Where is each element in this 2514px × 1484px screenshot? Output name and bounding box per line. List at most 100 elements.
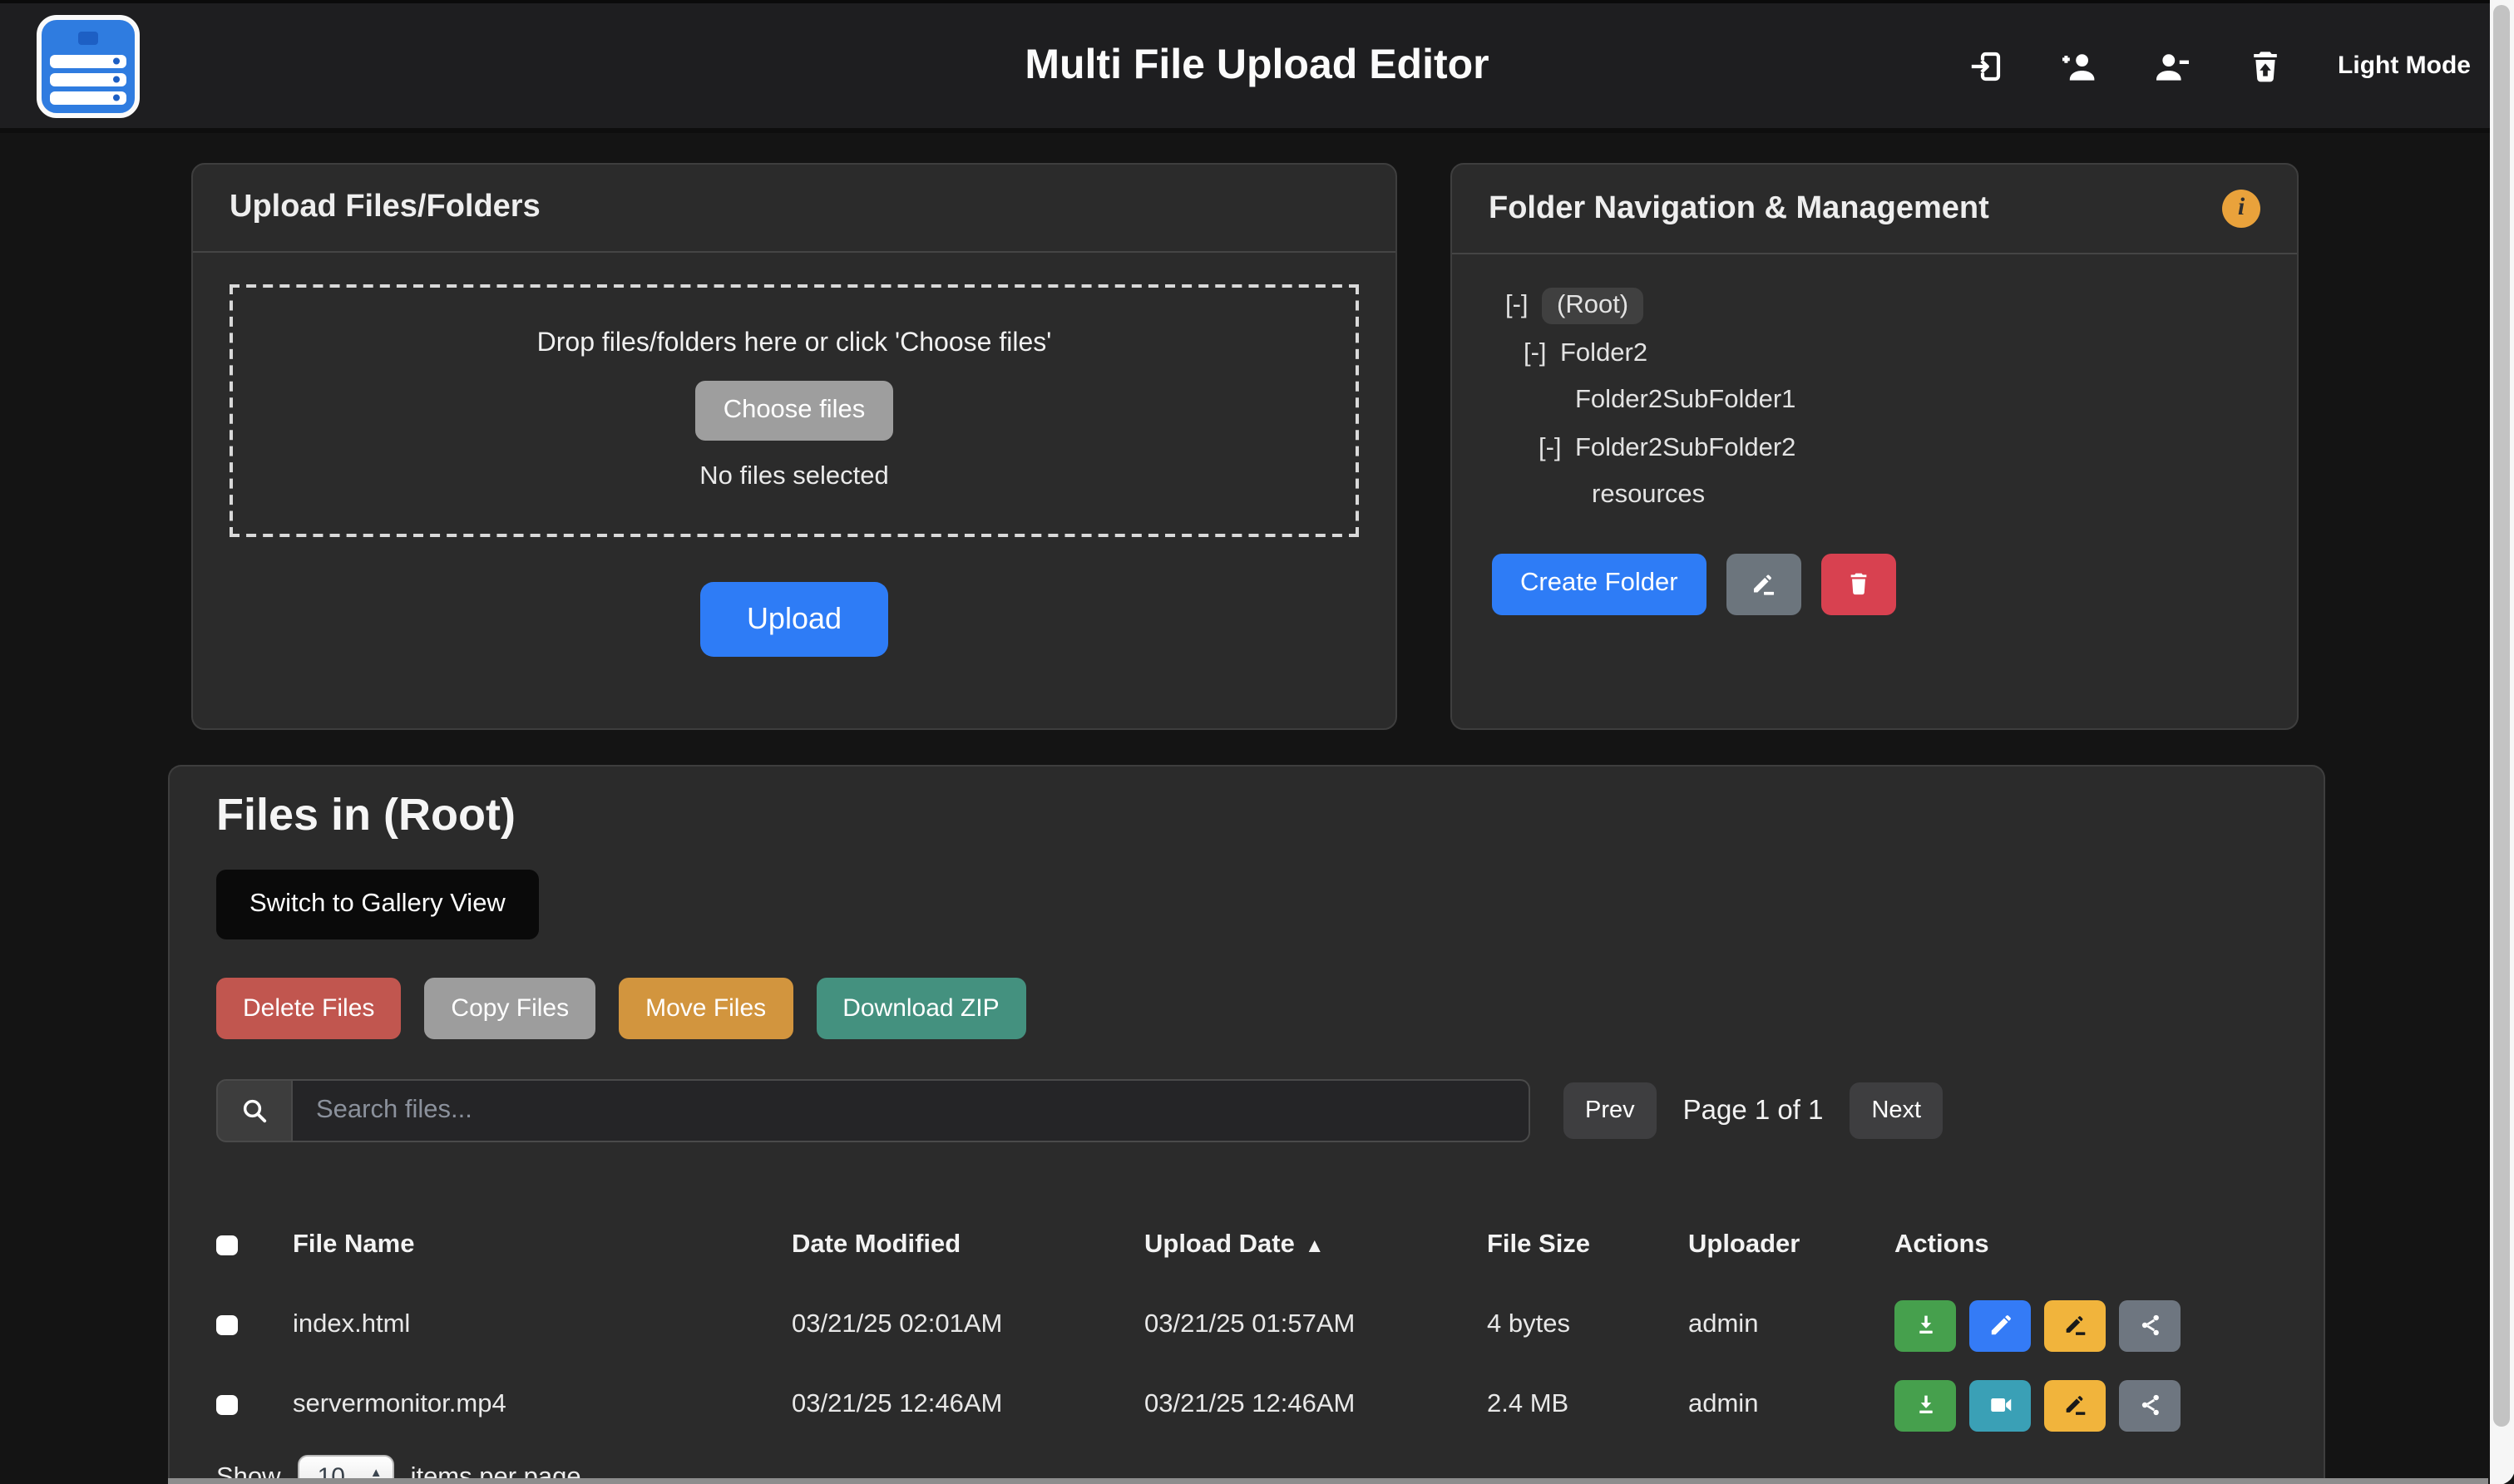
tree-item-label[interactable]: Folder2 bbox=[1560, 339, 1647, 369]
file-dropzone[interactable]: Drop files/folders here or click 'Choose… bbox=[230, 284, 1359, 537]
header-uploaded-label: Upload Date bbox=[1144, 1230, 1295, 1259]
tree-item-folder2[interactable]: [-] Folder2 bbox=[1492, 330, 2257, 377]
logout-button[interactable] bbox=[1965, 45, 2007, 86]
header-cell-checkbox bbox=[216, 1235, 293, 1256]
page-title: Multi File Upload Editor bbox=[1025, 42, 1489, 90]
copy-files-button[interactable]: Copy Files bbox=[424, 978, 595, 1039]
rename-file-button[interactable] bbox=[2044, 1299, 2106, 1351]
scrollbar-track[interactable] bbox=[2489, 0, 2514, 1484]
file-uploader: admin bbox=[1688, 1310, 1894, 1340]
server-top bbox=[50, 27, 126, 49]
header-cell-size[interactable]: File Size bbox=[1487, 1230, 1688, 1260]
rename-icon bbox=[1750, 569, 1778, 598]
upload-panel: Upload Files/Folders Drop files/folders … bbox=[191, 163, 1397, 730]
server-led bbox=[112, 57, 120, 65]
share-file-button[interactable] bbox=[2119, 1379, 2181, 1431]
download-icon bbox=[1912, 1392, 1939, 1418]
rename-file-button[interactable] bbox=[2044, 1379, 2106, 1431]
server-slot bbox=[50, 72, 126, 86]
tree-item-label[interactable]: (Root) bbox=[1542, 288, 1643, 325]
upload-button[interactable]: Upload bbox=[700, 582, 888, 657]
tree-item-label[interactable]: Folder2SubFolder1 bbox=[1575, 387, 1795, 417]
scrollbar-thumb[interactable] bbox=[2492, 5, 2510, 1427]
tree-item-root[interactable]: [-] (Root) bbox=[1492, 283, 2257, 330]
play-video-button[interactable] bbox=[1969, 1379, 2031, 1431]
info-icon[interactable]: i bbox=[2222, 190, 2260, 228]
folder-panel-header: Folder Navigation & Management i bbox=[1452, 165, 2297, 254]
search-row: Prev Page 1 of 1 Next bbox=[216, 1079, 2276, 1142]
download-file-button[interactable] bbox=[1894, 1299, 1956, 1351]
bottom-edge-strip bbox=[168, 1478, 2487, 1484]
tree-item-label[interactable]: Folder2SubFolder2 bbox=[1575, 434, 1795, 464]
header-cell-actions: Actions bbox=[1894, 1230, 2276, 1260]
folder-tree: [-] (Root) [-] Folder2 Folder2SubFolder1… bbox=[1452, 254, 2297, 643]
upload-panel-title: Upload Files/Folders bbox=[230, 190, 541, 226]
row-actions bbox=[1894, 1379, 2276, 1431]
row-actions bbox=[1894, 1299, 2276, 1351]
prev-page-button[interactable]: Prev bbox=[1563, 1082, 1657, 1139]
search-icon bbox=[239, 1095, 270, 1127]
files-table: File Name Date Modified Upload Date ▲ Fil… bbox=[216, 1205, 2276, 1445]
light-mode-toggle[interactable]: Light Mode bbox=[2338, 52, 2471, 80]
next-page-button[interactable]: Next bbox=[1850, 1082, 1943, 1139]
remove-user-icon bbox=[2152, 46, 2192, 86]
app-window: Multi File Upload Editor bbox=[0, 0, 2514, 1484]
collapse-toggle-icon[interactable]: [-] bbox=[1505, 292, 1534, 322]
file-uploaded: 03/21/25 12:46AM bbox=[1144, 1390, 1487, 1420]
delete-folder-button[interactable] bbox=[1821, 553, 1896, 614]
row-checkbox[interactable] bbox=[216, 1315, 237, 1336]
switch-gallery-view-button[interactable]: Switch to Gallery View bbox=[216, 870, 539, 939]
remove-user-button[interactable] bbox=[2151, 45, 2193, 86]
sort-asc-icon: ▲ bbox=[1305, 1234, 1325, 1257]
restore-trash-icon bbox=[2245, 46, 2285, 86]
file-name[interactable]: servermonitor.mp4 bbox=[293, 1390, 792, 1420]
add-user-button[interactable] bbox=[2058, 45, 2100, 86]
select-all-checkbox[interactable] bbox=[216, 1235, 237, 1256]
upload-panel-body: Drop files/folders here or click 'Choose… bbox=[193, 253, 1395, 688]
header-cell-name[interactable]: File Name bbox=[293, 1230, 792, 1260]
tree-item-resources[interactable]: resources bbox=[1492, 472, 2257, 520]
move-files-button[interactable]: Move Files bbox=[619, 978, 793, 1039]
file-size: 2.4 MB bbox=[1487, 1390, 1688, 1420]
page-indicator: Page 1 of 1 bbox=[1683, 1095, 1824, 1127]
files-panel: Files in (Root) Switch to Gallery View D… bbox=[168, 765, 2324, 1482]
file-modified: 03/21/25 02:01AM bbox=[792, 1310, 1144, 1340]
file-name[interactable]: index.html bbox=[293, 1310, 792, 1340]
table-row-cell bbox=[216, 1315, 293, 1336]
download-zip-button[interactable]: Download ZIP bbox=[816, 978, 1025, 1039]
files-panel-title: Files in (Root) bbox=[216, 790, 2276, 841]
header-cell-modified[interactable]: Date Modified bbox=[792, 1230, 1144, 1260]
row-checkbox[interactable] bbox=[216, 1395, 237, 1416]
folder-panel: Folder Navigation & Management i [-] (Ro… bbox=[1450, 163, 2299, 730]
dropzone-text: Drop files/folders here or click 'Choose… bbox=[537, 329, 1052, 359]
no-files-text: No files selected bbox=[699, 462, 888, 492]
trash-icon bbox=[1845, 569, 1873, 598]
server-chip bbox=[78, 32, 98, 45]
choose-files-button[interactable]: Choose files bbox=[695, 381, 894, 441]
app-header: Multi File Upload Editor bbox=[0, 0, 2514, 133]
search-input[interactable] bbox=[293, 1079, 1530, 1142]
collapse-toggle-icon[interactable]: [-] bbox=[1539, 434, 1567, 464]
download-file-button[interactable] bbox=[1894, 1379, 1956, 1431]
create-folder-button[interactable]: Create Folder bbox=[1492, 553, 1706, 614]
file-uploader: admin bbox=[1688, 1390, 1894, 1420]
folder-actions: Create Folder bbox=[1492, 553, 2257, 614]
edit-file-button[interactable] bbox=[1969, 1299, 2031, 1351]
collapse-toggle-icon[interactable]: [-] bbox=[1524, 339, 1552, 369]
table-row-cell bbox=[216, 1395, 293, 1416]
delete-files-button[interactable]: Delete Files bbox=[216, 978, 401, 1039]
share-icon bbox=[2136, 1392, 2163, 1418]
tree-item-folder2subfolder1[interactable]: Folder2SubFolder1 bbox=[1492, 377, 2257, 425]
file-size: 4 bytes bbox=[1487, 1310, 1688, 1340]
share-file-button[interactable] bbox=[2119, 1299, 2181, 1351]
add-user-icon bbox=[2059, 46, 2099, 86]
pagination: Prev Page 1 of 1 Next bbox=[1563, 1082, 1943, 1139]
tree-item-folder2subfolder2[interactable]: [-] Folder2SubFolder2 bbox=[1492, 425, 2257, 472]
tree-item-label[interactable]: resources bbox=[1592, 481, 1705, 511]
header-cell-uploader[interactable]: Uploader bbox=[1688, 1230, 1894, 1260]
header-cell-uploaded[interactable]: Upload Date ▲ bbox=[1144, 1230, 1487, 1260]
bulk-actions-row: Delete Files Copy Files Move Files Downl… bbox=[216, 978, 2276, 1039]
rename-folder-button[interactable] bbox=[1726, 553, 1801, 614]
restore-trash-button[interactable] bbox=[2245, 45, 2286, 86]
folder-panel-title: Folder Navigation & Management bbox=[1489, 190, 1989, 227]
